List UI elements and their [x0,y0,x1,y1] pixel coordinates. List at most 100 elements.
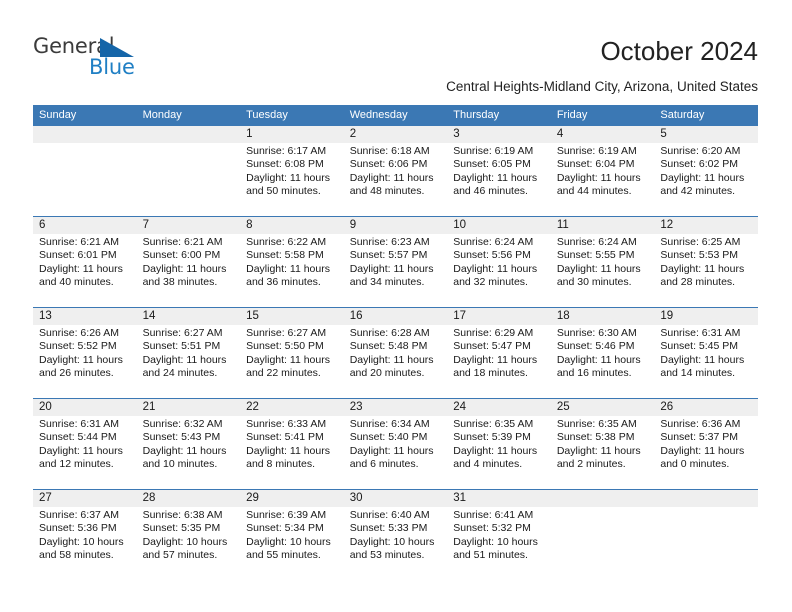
daylight-text-line1: Daylight: 11 hours [246,353,330,366]
calendar-week-row: 20 Sunrise: 6:31 AM Sunset: 5:44 PM Dayligh… [33,398,758,490]
day-details [551,507,655,509]
calendar-day-cell[interactable]: 8 Sunrise: 6:22 AM Sunset: 5:58 PM Daylight… [240,216,344,308]
calendar-day-cell[interactable]: 6 Sunrise: 6:21 AM Sunset: 6:01 PM Daylight… [33,216,137,308]
day-number: 8 [240,217,344,234]
calendar-day-cell[interactable]: 22 Sunrise: 6:33 AM Sunset: 5:41 PM Dayligh… [240,398,344,490]
sunrise-text: Sunrise: 6:33 AM [246,418,327,430]
day-cell-inner: 3 Sunrise: 6:19 AM Sunset: 6:05 PM Daylight… [447,126,551,216]
day-cell-inner [654,490,758,580]
day-details: Sunrise: 6:18 AM Sunset: 6:06 PM Daylight:… [344,143,448,199]
daylight-text-line1: Daylight: 11 hours [660,262,745,275]
sunrise-text: Sunrise: 6:38 AM [142,509,223,521]
day-number: 28 [136,490,241,507]
day-number: 16 [343,308,448,325]
calendar-week-row: 13 Sunrise: 6:26 AM Sunset: 5:52 PM Dayligh… [33,307,758,399]
calendar-day-cell[interactable]: 2 Sunrise: 6:18 AM Sunset: 6:06 PM Daylight… [343,126,448,217]
daylight-text-line1: Daylight: 11 hours [142,262,227,275]
calendar-day-cell[interactable]: 1 Sunrise: 6:17 AM Sunset: 6:08 PM Daylight… [240,126,344,217]
day-cell-inner: 31 Sunrise: 6:41 AM Sunset: 5:32 PM Dayligh… [447,490,551,580]
day-cell-inner: 20 Sunrise: 6:31 AM Sunset: 5:44 PM Dayligh… [33,399,137,489]
calendar-day-cell[interactable]: 29 Sunrise: 6:39 AM Sunset: 5:34 PM Dayligh… [240,489,344,580]
sunset-text: Sunset: 6:06 PM [349,158,428,171]
day-cell-inner: 18 Sunrise: 6:30 AM Sunset: 5:46 PM Dayligh… [550,308,655,398]
calendar-day-cell[interactable]: 25 Sunrise: 6:35 AM Sunset: 5:38 PM Dayligh… [550,398,655,490]
day-cell-inner: 15 Sunrise: 6:27 AM Sunset: 5:50 PM Dayligh… [240,308,344,398]
sunset-text: Sunset: 6:04 PM [556,158,635,171]
sunset-text: Sunset: 5:32 PM [453,522,531,535]
daylight-text-line1: Daylight: 11 hours [246,171,330,184]
sunrise-text: Sunrise: 6:37 AM [39,509,119,521]
sunrise-text: Sunrise: 6:29 AM [453,327,534,339]
calendar-day-cell[interactable]: 11 Sunrise: 6:24 AM Sunset: 5:55 PM Dayligh… [550,216,655,308]
calendar-day-cell[interactable]: 20 Sunrise: 6:31 AM Sunset: 5:44 PM Dayligh… [33,398,137,490]
daylight-text-line1: Daylight: 11 hours [660,444,745,457]
daylight-text-line1: Daylight: 11 hours [142,353,227,366]
calendar-day-cell[interactable]: 9 Sunrise: 6:23 AM Sunset: 5:57 PM Daylight… [343,216,448,308]
weekday-header-monday: Monday [136,105,241,126]
daylight-text-line2: and 16 minutes. [556,367,632,380]
day-number [550,490,655,507]
daylight-text-line1: Daylight: 10 hours [453,535,538,548]
calendar-day-cell[interactable]: 17 Sunrise: 6:29 AM Sunset: 5:47 PM Dayligh… [447,307,551,399]
calendar-week-row: 1 Sunrise: 6:17 AM Sunset: 6:08 PM Daylight… [33,126,758,217]
calendar-day-cell[interactable]: 26 Sunrise: 6:36 AM Sunset: 5:37 PM Dayligh… [654,398,758,490]
calendar-day-cell[interactable]: 13 Sunrise: 6:26 AM Sunset: 5:52 PM Dayligh… [33,307,137,399]
calendar-day-cell[interactable]: 24 Sunrise: 6:35 AM Sunset: 5:39 PM Dayligh… [447,398,551,490]
calendar-day-cell[interactable]: 28 Sunrise: 6:38 AM Sunset: 5:35 PM Dayligh… [136,489,241,580]
daylight-text-line2: and 14 minutes. [660,367,736,380]
day-number: 11 [550,217,655,234]
calendar-day-cell[interactable]: 15 Sunrise: 6:27 AM Sunset: 5:50 PM Dayligh… [240,307,344,399]
calendar-day-cell[interactable]: 16 Sunrise: 6:28 AM Sunset: 5:48 PM Dayligh… [343,307,448,399]
daylight-text-line2: and 18 minutes. [453,367,528,380]
calendar-day-cell[interactable]: 21 Sunrise: 6:32 AM Sunset: 5:43 PM Dayligh… [136,398,241,490]
weekday-header-row: Sunday Monday Tuesday Wednesday Thursday… [33,105,758,126]
calendar-day-cell[interactable]: 23 Sunrise: 6:34 AM Sunset: 5:40 PM Dayligh… [343,398,448,490]
daylight-text-line2: and 58 minutes. [39,549,114,562]
day-details: Sunrise: 6:26 AM Sunset: 5:52 PM Daylight:… [33,325,137,381]
day-cell-inner: 7 Sunrise: 6:21 AM Sunset: 6:00 PM Daylight… [136,217,241,307]
calendar-day-cell[interactable]: 19 Sunrise: 6:31 AM Sunset: 5:45 PM Dayligh… [654,307,758,399]
day-number: 21 [136,399,241,416]
sunrise-text: Sunrise: 6:19 AM [453,145,534,157]
sunset-text: Sunset: 6:01 PM [39,249,117,262]
day-cell-inner: 28 Sunrise: 6:38 AM Sunset: 5:35 PM Dayligh… [136,490,241,580]
daylight-text-line1: Daylight: 11 hours [556,444,641,457]
day-details [33,143,137,145]
sunrise-text: Sunrise: 6:26 AM [39,327,119,339]
calendar-day-cell[interactable]: 31 Sunrise: 6:41 AM Sunset: 5:32 PM Dayligh… [447,489,551,580]
sunset-text: Sunset: 5:37 PM [660,431,739,444]
calendar-day-cell[interactable]: 10 Sunrise: 6:24 AM Sunset: 5:56 PM Dayligh… [447,216,551,308]
calendar-day-cell[interactable]: 18 Sunrise: 6:30 AM Sunset: 5:46 PM Dayligh… [550,307,655,399]
sunrise-text: Sunrise: 6:39 AM [246,509,327,521]
day-cell-inner: 22 Sunrise: 6:33 AM Sunset: 5:41 PM Dayligh… [240,399,344,489]
daylight-text-line2: and 32 minutes. [453,276,528,289]
daylight-text-line1: Daylight: 10 hours [142,535,228,548]
day-cell-inner [550,490,655,580]
sunset-text: Sunset: 5:39 PM [453,431,531,444]
day-details: Sunrise: 6:27 AM Sunset: 5:51 PM Daylight:… [137,325,241,381]
calendar-day-cell[interactable]: 27 Sunrise: 6:37 AM Sunset: 5:36 PM Dayligh… [33,489,137,580]
day-details: Sunrise: 6:28 AM Sunset: 5:48 PM Daylight:… [344,325,448,381]
calendar-day-cell[interactable]: 5 Sunrise: 6:20 AM Sunset: 6:02 PM Daylight… [654,126,758,217]
calendar-day-cell[interactable]: 3 Sunrise: 6:19 AM Sunset: 6:05 PM Daylight… [447,126,551,217]
day-number: 13 [33,308,137,325]
sunset-text: Sunset: 5:40 PM [349,431,428,444]
daylight-text-line2: and 28 minutes. [660,276,736,289]
calendar-day-cell[interactable]: 7 Sunrise: 6:21 AM Sunset: 6:00 PM Daylight… [136,216,241,308]
daylight-text-line1: Daylight: 11 hours [556,262,641,275]
page-title: October 2024 [600,36,758,66]
weekday-header-tuesday: Tuesday [240,105,344,126]
sunset-text: Sunset: 5:47 PM [453,340,531,353]
calendar-day-cell[interactable]: 30 Sunrise: 6:40 AM Sunset: 5:33 PM Dayligh… [343,489,448,580]
day-cell-inner: 23 Sunrise: 6:34 AM Sunset: 5:40 PM Dayligh… [343,399,448,489]
daylight-text-line2: and 36 minutes. [246,276,321,289]
sunrise-text: Sunrise: 6:23 AM [349,236,430,248]
calendar-day-cell[interactable]: 12 Sunrise: 6:25 AM Sunset: 5:53 PM Dayligh… [654,216,758,308]
sunrise-text: Sunrise: 6:24 AM [453,236,534,248]
daylight-text-line1: Daylight: 11 hours [556,353,641,366]
calendar-day-cell[interactable]: 14 Sunrise: 6:27 AM Sunset: 5:51 PM Dayligh… [136,307,241,399]
calendar-day-cell[interactable]: 4 Sunrise: 6:19 AM Sunset: 6:04 PM Daylight… [550,126,655,217]
sunrise-text: Sunrise: 6:40 AM [349,509,430,521]
sunrise-text: Sunrise: 6:41 AM [453,509,534,521]
day-number [654,490,758,507]
